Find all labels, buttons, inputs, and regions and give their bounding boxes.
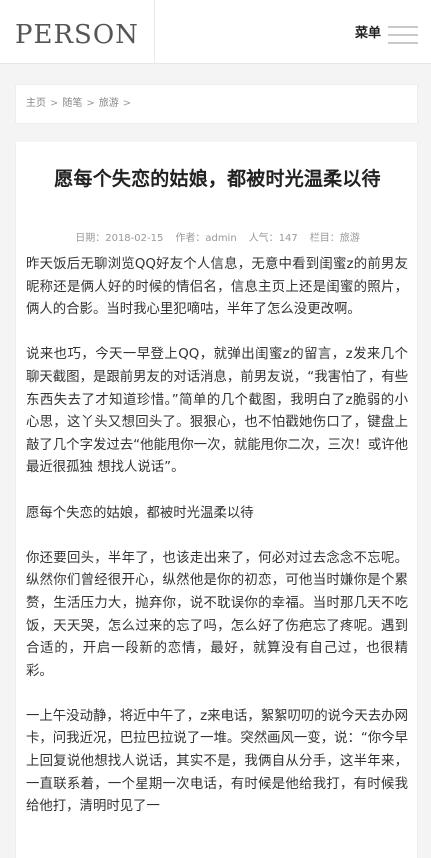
breadcrumb-separator: > — [86, 98, 95, 109]
meta-date: 2018-02-15 — [105, 233, 164, 244]
article-paragraph: 一上午没动静，将近中午了，z来电话，絮絮叨叨的说今天去办网卡，问我近况，巴拉巴拉… — [26, 708, 408, 815]
breadcrumb-home-link[interactable]: 主页 — [26, 98, 46, 109]
site-header: PERSON 菜单 — [0, 0, 431, 64]
menu-label[interactable]: 菜单 — [355, 26, 381, 42]
hamburger-menu-icon[interactable] — [388, 24, 418, 46]
meta-author-label: 作者： — [175, 233, 206, 244]
breadcrumb-separator: > — [50, 98, 59, 109]
breadcrumb-essay-link[interactable]: 随笔 — [62, 98, 82, 109]
article-card: 愿每个失恋的姑娘，都被时光温柔以待 日期：2018-02-15 作者：admin 人… — [15, 142, 418, 858]
article-paragraph: 昨天饭后无聊浏览QQ好友个人信息，无意中看到闺蜜z的前男友昵称还是俩人好的时候的… — [26, 257, 408, 318]
breadcrumb: 主页 > 随笔 > 旅游 > — [15, 84, 418, 124]
meta-category-link[interactable]: 旅游 — [340, 233, 360, 244]
meta-views: 147 — [278, 233, 298, 244]
article-meta: 日期：2018-02-15 作者：admin 人气：147 栏目：旅游 — [16, 229, 417, 244]
meta-author: admin — [205, 233, 237, 244]
article-subheading: 愿每个失恋的姑娘，都被时光温柔以待 — [26, 505, 254, 521]
article-paragraph: 你还要回头，半年了，也该走出来了，何必对过去念念不忘呢。纵然你们曾经很开心，纵然… — [26, 550, 408, 679]
site-logo[interactable]: PERSON — [15, 20, 139, 50]
meta-category-label: 栏目： — [309, 233, 340, 244]
meta-date-label: 日期： — [75, 233, 106, 244]
article-paragraph: 说来也巧，今天一早登上QQ，就弹出闺蜜z的留言，z发来几个聊天截图，是跟前男友的… — [26, 347, 408, 476]
breadcrumb-separator: > — [122, 98, 132, 109]
article-content: 昨天饭后无聊浏览QQ好友个人信息，无意中看到闺蜜z的前男友昵称还是俩人好的时候的… — [26, 254, 408, 841]
meta-views-label: 人气： — [248, 233, 279, 244]
article-title: 愿每个失恋的姑娘，都被时光温柔以待 — [54, 168, 381, 190]
breadcrumb-travel-link[interactable]: 旅游 — [99, 98, 119, 109]
header-divider — [154, 0, 155, 64]
